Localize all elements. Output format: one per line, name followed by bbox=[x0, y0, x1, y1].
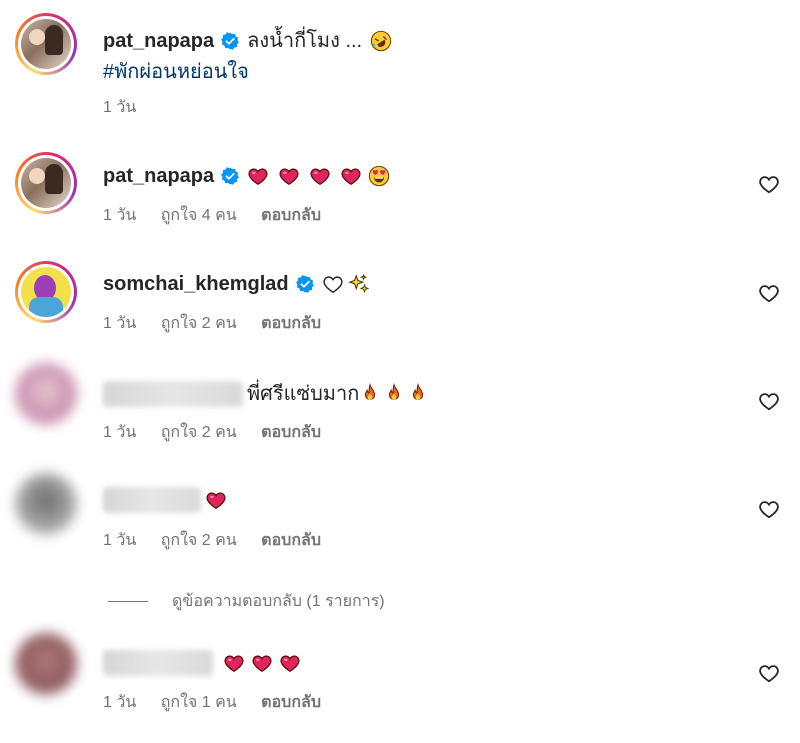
likes-count[interactable]: ถูกใจ 1 คน bbox=[161, 694, 237, 711]
view-replies-divider bbox=[108, 601, 148, 602]
username[interactable]: pat_napapa bbox=[103, 163, 214, 189]
sparkles-emoji-icon bbox=[348, 273, 370, 295]
likes-count[interactable]: ถูกใจ 4 คน bbox=[161, 207, 237, 224]
avatar[interactable] bbox=[15, 363, 77, 425]
view-replies-label: ดูข้อความตอบกลับ (1 รายการ) bbox=[172, 593, 385, 610]
avatar[interactable] bbox=[15, 261, 77, 323]
reply-button[interactable]: ตอบกลับ bbox=[261, 532, 321, 549]
fire-emoji-icon bbox=[407, 383, 429, 405]
red-heart-emoji-icon bbox=[340, 165, 362, 187]
comment-text: พี่ศรีแซ่บมาก bbox=[247, 383, 360, 405]
comment-time[interactable]: 1 วัน bbox=[103, 424, 136, 441]
avatar[interactable] bbox=[15, 473, 77, 535]
reply-button[interactable]: ตอบกลับ bbox=[261, 207, 321, 224]
hashtag-link[interactable]: #พักผ่อนหย่อนใจ bbox=[103, 59, 249, 85]
blurred-username[interactable] bbox=[103, 487, 201, 513]
likes-count[interactable]: ถูกใจ 2 คน bbox=[161, 532, 237, 549]
comment-time[interactable]: 1 วัน bbox=[103, 99, 136, 116]
like-heart-icon[interactable] bbox=[758, 282, 780, 304]
like-heart-icon[interactable] bbox=[758, 173, 780, 195]
blurred-username[interactable] bbox=[103, 381, 243, 407]
avatar[interactable] bbox=[15, 13, 77, 75]
reply-button[interactable]: ตอบกลับ bbox=[261, 694, 321, 711]
red-heart-emoji-icon bbox=[251, 652, 273, 674]
heart-eyes-emoji-icon bbox=[368, 165, 390, 187]
red-heart-emoji-icon bbox=[279, 652, 301, 674]
like-heart-icon[interactable] bbox=[758, 498, 780, 520]
comment-time[interactable]: 1 วัน bbox=[103, 532, 136, 549]
reply-button[interactable]: ตอบกลับ bbox=[261, 315, 321, 332]
verified-badge-icon bbox=[221, 32, 239, 50]
red-heart-emoji-icon bbox=[223, 652, 245, 674]
avatar[interactable] bbox=[15, 633, 77, 695]
red-heart-emoji-icon bbox=[309, 165, 331, 187]
view-replies-button[interactable]: ดูข้อความตอบกลับ (1 รายการ) bbox=[108, 589, 385, 614]
red-heart-emoji-icon bbox=[247, 165, 269, 187]
verified-badge-icon bbox=[221, 167, 239, 185]
username[interactable]: pat_napapa bbox=[103, 28, 214, 54]
fire-emoji-icon bbox=[359, 383, 381, 405]
username[interactable]: somchai_khemglad bbox=[103, 271, 289, 297]
likes-count[interactable]: ถูกใจ 2 คน bbox=[161, 424, 237, 441]
red-heart-emoji-icon bbox=[278, 165, 300, 187]
blurred-username[interactable] bbox=[103, 650, 213, 676]
like-heart-icon[interactable] bbox=[758, 662, 780, 684]
fire-emoji-icon bbox=[383, 383, 405, 405]
comment-text: ลงน้ำกี่โมง ... bbox=[247, 30, 363, 52]
red-heart-emoji-icon bbox=[205, 489, 227, 511]
verified-badge-icon bbox=[296, 275, 314, 293]
avatar[interactable] bbox=[15, 152, 77, 214]
white-heart-emoji-icon bbox=[322, 273, 344, 295]
comment-time[interactable]: 1 วัน bbox=[103, 694, 136, 711]
likes-count[interactable]: ถูกใจ 2 คน bbox=[161, 315, 237, 332]
comment-time[interactable]: 1 วัน bbox=[103, 315, 136, 332]
comment-time[interactable]: 1 วัน bbox=[103, 207, 136, 224]
rofl-emoji-icon bbox=[370, 30, 392, 52]
reply-button[interactable]: ตอบกลับ bbox=[261, 424, 321, 441]
like-heart-icon[interactable] bbox=[758, 390, 780, 412]
